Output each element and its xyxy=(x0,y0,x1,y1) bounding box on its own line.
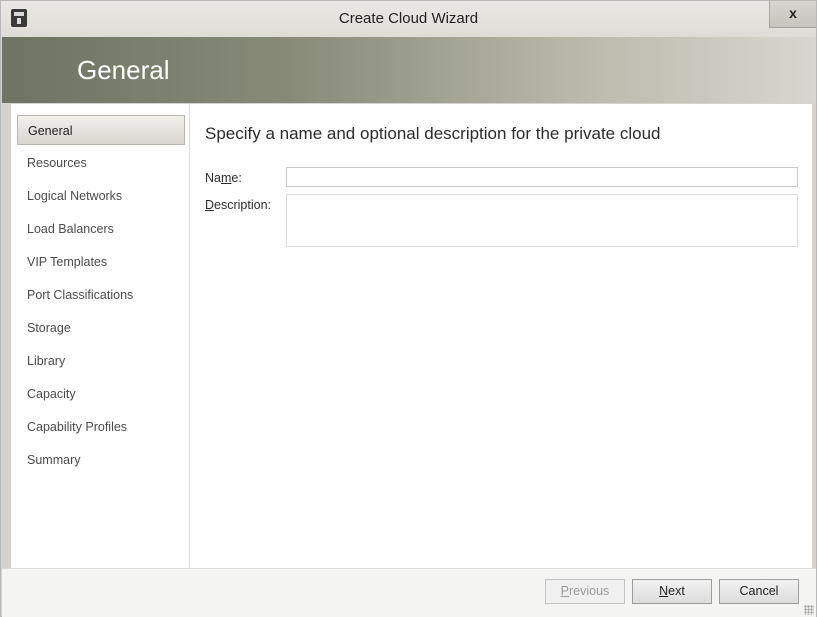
nav-step-load-balancers[interactable]: Load Balancers xyxy=(17,214,185,244)
wizard-window: Create Cloud Wizard x General General Re… xyxy=(0,0,817,617)
description-input[interactable] xyxy=(286,194,798,247)
previous-label-accesskey: P xyxy=(560,584,570,598)
close-button[interactable]: x xyxy=(769,1,816,28)
nav-step-storage[interactable]: Storage xyxy=(17,313,185,343)
name-label-pre: Na xyxy=(205,171,221,185)
name-input[interactable] xyxy=(286,167,798,187)
previous-button[interactable]: Previous xyxy=(545,579,625,604)
wizard-body: General Resources Logical Networks Load … xyxy=(11,104,812,568)
nav-step-general[interactable]: General xyxy=(17,115,185,145)
title-bar[interactable]: Create Cloud Wizard x xyxy=(1,1,816,37)
page-title: General xyxy=(77,55,170,85)
name-label: Name: xyxy=(205,171,242,185)
wizard-step-nav: General Resources Logical Networks Load … xyxy=(11,104,190,568)
window-title: Create Cloud Wizard xyxy=(338,10,479,27)
description-label-post: escription: xyxy=(214,198,272,212)
previous-label-post: revious xyxy=(569,584,610,598)
nav-step-logical-networks[interactable]: Logical Networks xyxy=(17,181,185,211)
nav-step-capability-profiles[interactable]: Capability Profiles xyxy=(17,412,185,442)
description-label-accesskey: D xyxy=(205,198,215,212)
nav-step-vip-templates[interactable]: VIP Templates xyxy=(17,247,185,277)
nav-step-library[interactable]: Library xyxy=(17,346,185,376)
next-label-accesskey: N xyxy=(659,584,669,598)
nav-step-port-classifications[interactable]: Port Classifications xyxy=(17,280,185,310)
next-button[interactable]: Next xyxy=(632,579,712,604)
name-label-post: e: xyxy=(231,171,242,185)
resize-grip-icon[interactable] xyxy=(804,605,814,615)
name-label-accesskey: m xyxy=(220,171,232,185)
step-heading: Specify a name and optional description … xyxy=(205,124,661,143)
wizard-footer: Previous Next Cancel xyxy=(2,568,816,617)
nav-step-capacity[interactable]: Capacity xyxy=(17,379,185,409)
cancel-button[interactable]: Cancel xyxy=(719,579,799,604)
nav-step-resources[interactable]: Resources xyxy=(17,148,185,178)
step-content: Specify a name and optional description … xyxy=(190,104,812,568)
page-header: General xyxy=(2,37,816,103)
next-label-post: ext xyxy=(668,584,685,598)
nav-step-summary[interactable]: Summary xyxy=(17,445,185,475)
description-label: Description: xyxy=(205,198,271,212)
